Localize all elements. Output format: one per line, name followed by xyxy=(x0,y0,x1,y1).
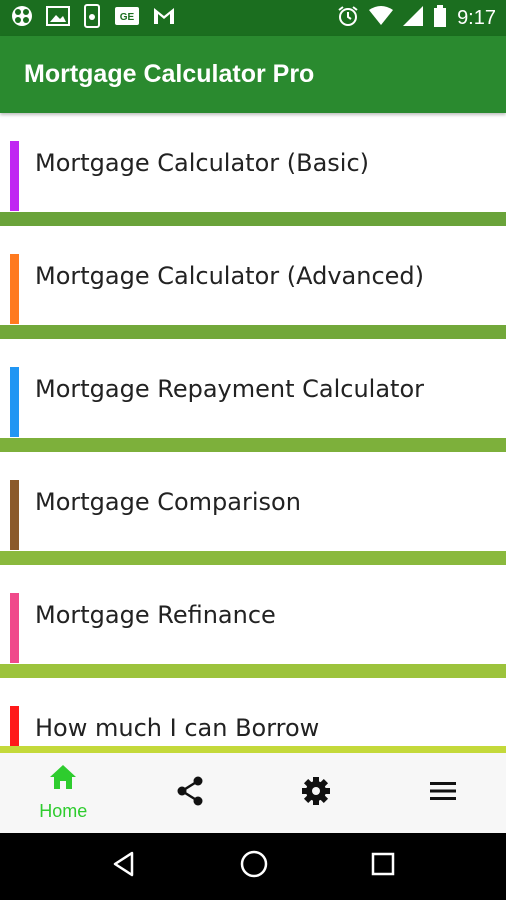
menu-item-label: Mortgage Calculator (Advanced) xyxy=(35,262,425,290)
divider xyxy=(0,664,506,678)
back-icon[interactable] xyxy=(110,850,138,883)
menu-icon xyxy=(429,780,457,807)
calculator-menu-list: Mortgage Calculator (Basic) Mortgage Cal… xyxy=(0,113,506,753)
accent-bar xyxy=(10,254,19,324)
nav-share[interactable] xyxy=(130,753,250,833)
accent-bar xyxy=(10,593,19,663)
bottom-navigation: Home xyxy=(0,753,506,833)
accent-bar xyxy=(10,367,19,437)
status-bar: GE 9:17 xyxy=(0,0,506,36)
nav-home-label: Home xyxy=(39,801,88,821)
menu-item-label: Mortgage Comparison xyxy=(35,488,301,516)
battery-icon xyxy=(433,4,447,32)
divider xyxy=(0,551,506,565)
status-system: 9:17 xyxy=(337,4,496,32)
accent-bar xyxy=(10,480,19,550)
wifi-icon xyxy=(369,5,394,31)
divider xyxy=(0,325,506,339)
divider xyxy=(0,746,506,753)
menu-item-refinance[interactable]: Mortgage Refinance xyxy=(0,565,506,678)
ge-icon: GE xyxy=(114,6,140,31)
share-icon xyxy=(176,776,204,811)
divider xyxy=(0,212,506,226)
menu-item-label: Mortgage Calculator (Basic) xyxy=(35,149,370,177)
signal-icon xyxy=(403,5,424,31)
nav-home[interactable]: Home xyxy=(3,753,123,833)
menu-item-label: Mortgage Refinance xyxy=(35,601,276,629)
phone-icon xyxy=(82,3,102,33)
home-icon xyxy=(49,764,77,795)
divider xyxy=(0,438,506,452)
menu-item-comparison[interactable]: Mortgage Comparison xyxy=(0,452,506,565)
nav-settings[interactable] xyxy=(256,753,376,833)
menu-item-label: Mortgage Repayment Calculator xyxy=(35,375,425,403)
home-circle-icon[interactable] xyxy=(239,849,269,884)
settings-icon xyxy=(301,776,331,811)
menu-item-repayment[interactable]: Mortgage Repayment Calculator xyxy=(0,339,506,452)
recents-icon[interactable] xyxy=(370,851,396,882)
menu-item-borrow[interactable]: How much I can Borrow xyxy=(0,678,506,753)
alarm-icon xyxy=(337,5,359,32)
nav-menu[interactable] xyxy=(383,753,503,833)
image-icon xyxy=(46,5,70,32)
app-title: Mortgage Calculator Pro xyxy=(24,60,315,88)
status-notifications: GE xyxy=(10,3,176,33)
status-time: 9:17 xyxy=(457,6,496,29)
pinwheel-icon xyxy=(10,4,34,33)
system-navigation-bar xyxy=(0,833,506,900)
menu-item-label: How much I can Borrow xyxy=(35,714,320,742)
svg-text:GE: GE xyxy=(120,12,135,23)
gmail-icon xyxy=(152,6,176,31)
menu-item-basic[interactable]: Mortgage Calculator (Basic) xyxy=(0,113,506,226)
app-bar: Mortgage Calculator Pro xyxy=(0,36,506,113)
menu-item-advanced[interactable]: Mortgage Calculator (Advanced) xyxy=(0,226,506,339)
accent-bar xyxy=(10,141,19,211)
